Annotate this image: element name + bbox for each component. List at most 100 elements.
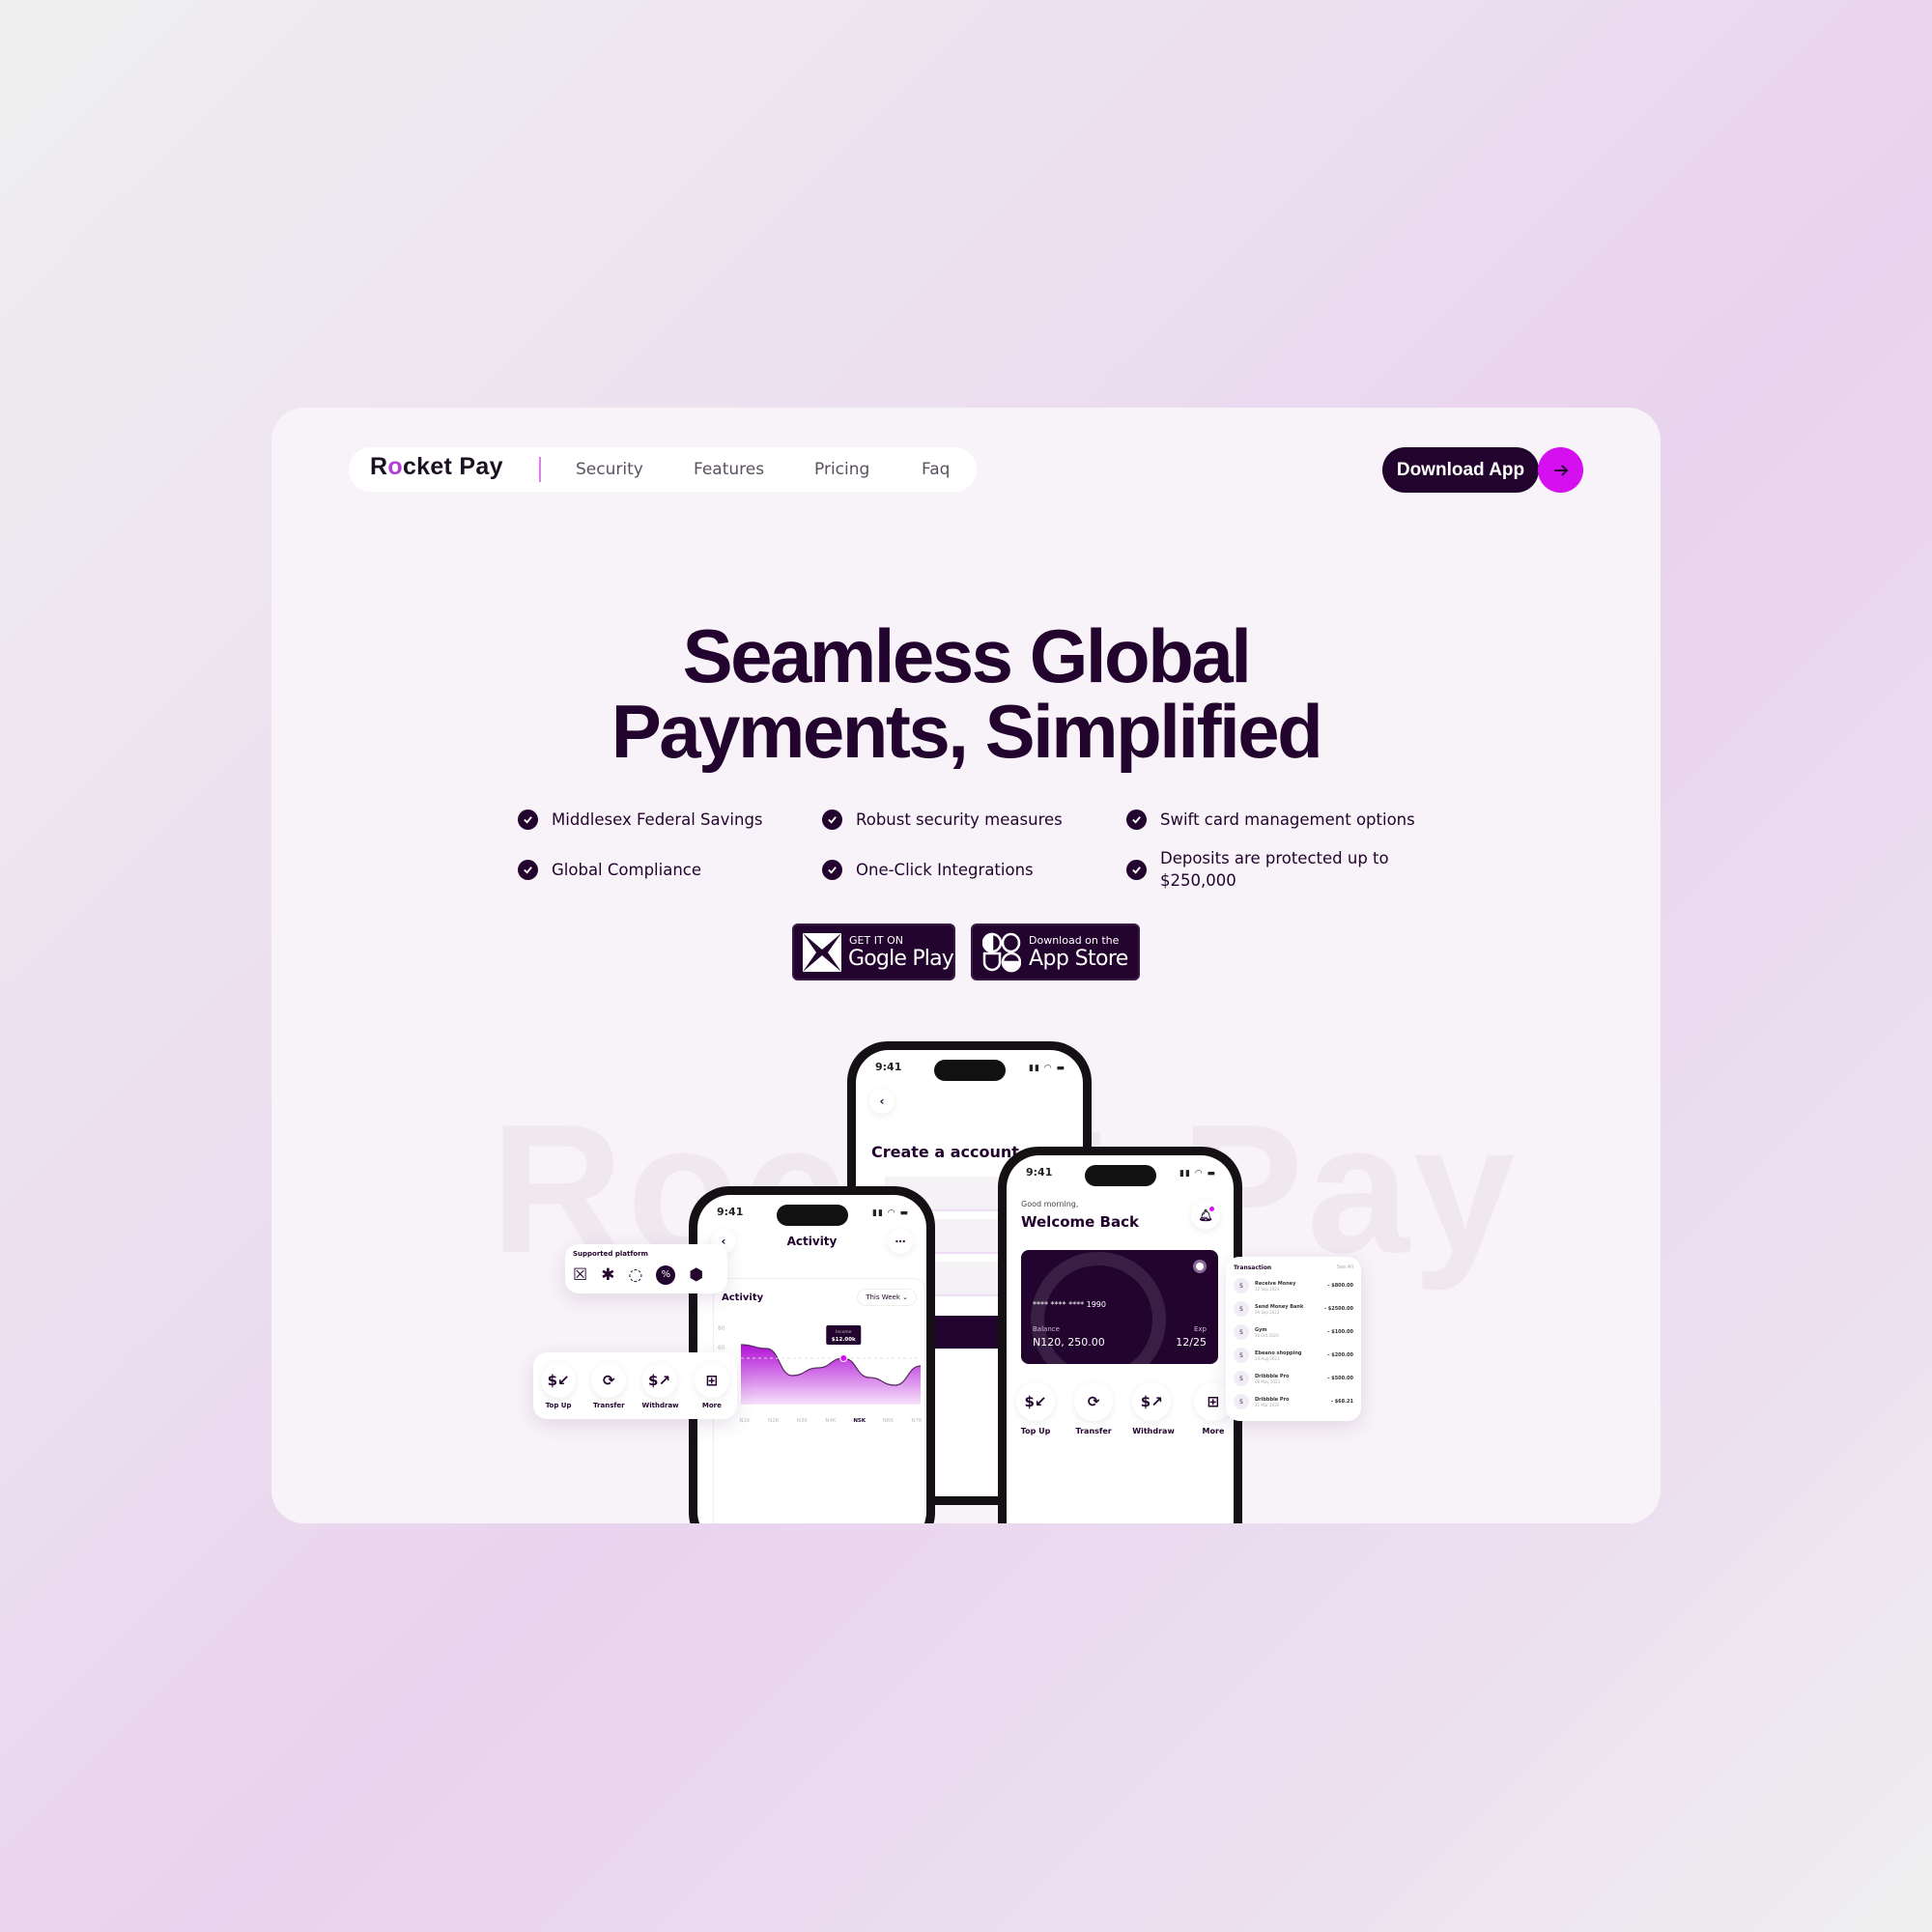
transaction-name: Dribbble Pro: [1255, 1396, 1290, 1403]
more-options-icon[interactable]: ⋯: [888, 1229, 913, 1254]
action-label: Withdraw: [1132, 1427, 1175, 1435]
action-top-up[interactable]: $↙ Top Up: [1016, 1382, 1055, 1435]
logo-rocket-o: o: [387, 453, 403, 480]
supported-platform-card: Supported platform ☒ ✱ ◌% ⬢: [565, 1244, 727, 1293]
x-tick-label: N4K: [825, 1418, 837, 1424]
transaction-row[interactable]: $ Dribbble Pro 31 Mar 2020 - $68.21: [1234, 1393, 1353, 1410]
feature-label: Deposits are protected up to $250,000: [1160, 849, 1389, 890]
transaction-icon: $: [1234, 1301, 1249, 1317]
transfer-icon: ⟳: [1074, 1382, 1114, 1421]
x-tick-label: N5K: [853, 1418, 866, 1424]
hero-card: Rocket Pay Security Features Pricing Faq…: [271, 408, 1661, 1523]
logo-text: R: [370, 453, 388, 480]
check-icon: [822, 860, 842, 880]
feature-label: Middlesex Federal Savings: [552, 810, 763, 829]
status-icons: ▮▮ ◠ ▬: [1179, 1169, 1216, 1179]
action-withdraw[interactable]: $↗ Withdraw: [1132, 1382, 1175, 1435]
highlight-point[interactable]: [839, 1354, 848, 1362]
transaction-icon: $: [1234, 1278, 1249, 1293]
period-dropdown[interactable]: This Week ⌄: [857, 1289, 917, 1306]
transaction-name: Dribbble Pro: [1255, 1373, 1290, 1379]
feature-item: Middlesex Federal Savings: [518, 809, 808, 831]
transaction-icon: $: [1234, 1371, 1249, 1386]
dynamic-island: [933, 1060, 1006, 1081]
divider: [539, 457, 541, 482]
exp-label: Exp: [1193, 1325, 1207, 1333]
nav-pricing[interactable]: Pricing: [814, 460, 869, 479]
logo[interactable]: Rocket Pay: [370, 453, 503, 481]
nav-faq[interactable]: Faq: [922, 460, 950, 479]
action-more[interactable]: ⊞ More: [694, 1362, 729, 1409]
action-transfer[interactable]: ⟳ Transfer: [591, 1362, 627, 1409]
transaction-name: Send Money Bank: [1255, 1303, 1304, 1310]
action-label: Withdraw: [641, 1401, 679, 1409]
x-tick-label: N1K: [739, 1418, 751, 1424]
hero-title-line1: Seamless Global: [682, 613, 1252, 698]
hero-title-line2: Payments, Simplified: [611, 689, 1323, 774]
transaction-row[interactable]: $ Ebeano shopping 24 Aug 2023 - $200.00: [1234, 1347, 1353, 1364]
chart-area: [741, 1345, 921, 1405]
transaction-row[interactable]: $ Send Money Bank 29 Sep 2023 - $2500.00: [1234, 1300, 1353, 1318]
check-icon: [1126, 810, 1147, 830]
quick-actions: $↙ Top Up ⟳ Transfer $↗ Withdraw ⊞ More: [1016, 1382, 1233, 1435]
feature-item: One-Click Integrations: [822, 859, 1112, 881]
google-play-button[interactable]: GET IT ON Gogle Play: [792, 923, 955, 980]
transaction-icon: $: [1234, 1324, 1249, 1340]
transaction-amount: - $68.21: [1330, 1399, 1353, 1405]
grid-plus-icon: ⊞: [694, 1362, 729, 1398]
y-tick-label: 60: [718, 1345, 725, 1351]
feature-item: Robust security measures: [822, 809, 1112, 831]
transaction-row[interactable]: $ Receive Money 12 Sep 2023 - $800.00: [1234, 1277, 1353, 1294]
transaction-row[interactable]: $ Dribbble Pro 08 May 2023 - $500.00: [1234, 1370, 1353, 1387]
card-logo-icon: [1193, 1260, 1207, 1273]
tooltip-value: $12.00k: [832, 1337, 856, 1343]
transaction-date: 08 May 2023: [1255, 1378, 1281, 1384]
platform-asterisk-icon: ✱: [601, 1265, 615, 1285]
transfer-icon: ⟳: [591, 1362, 627, 1398]
activity-chart-card: Activity This Week ⌄ 80 60 Income $12.00k N1…: [713, 1278, 925, 1523]
platform-swirl-icon: ◌: [628, 1265, 643, 1285]
feature-label: One-Click Integrations: [856, 861, 1034, 879]
transaction-amount: - $100.00: [1327, 1329, 1353, 1335]
transactions-title: Transaction: [1234, 1264, 1272, 1271]
check-icon: [1126, 860, 1147, 880]
see-all-link[interactable]: See All: [1337, 1264, 1353, 1271]
transaction-date: 12 Sep 2023: [1255, 1286, 1280, 1292]
phone-home: 9:41 ▮▮ ◠ ▬ Good morning, Welcome Back 🔔…: [998, 1147, 1242, 1523]
action-transfer[interactable]: ⟳ Transfer: [1074, 1382, 1114, 1435]
transaction-amount: - $2500.00: [1323, 1306, 1353, 1312]
card-number: **** **** **** 1990: [1033, 1300, 1106, 1309]
arrow-right-icon[interactable]: [1538, 447, 1583, 493]
feature-label: Global Compliance: [552, 861, 702, 879]
action-withdraw[interactable]: $↗ Withdraw: [641, 1362, 679, 1409]
check-icon: [822, 810, 842, 830]
bell-icon[interactable]: 🔔︎: [1191, 1201, 1220, 1230]
nav-features[interactable]: Features: [694, 460, 764, 479]
navbar: Rocket Pay Security Features Pricing Faq: [349, 447, 977, 492]
feature-label: Swift card management options: [1160, 810, 1415, 829]
signup-title: Create a account: [871, 1143, 1019, 1161]
transaction-date: 29 Sep 2023: [1255, 1309, 1280, 1315]
y-tick-label: 80: [718, 1325, 725, 1332]
transaction-amount: - $800.00: [1327, 1283, 1353, 1289]
x-tick-label: N6K: [883, 1418, 895, 1424]
action-top-up[interactable]: $↙ Top Up: [541, 1362, 577, 1409]
feature-item: Global Compliance: [518, 859, 808, 881]
app-store-button[interactable]: Download on the App Store: [971, 923, 1140, 980]
transaction-row[interactable]: $ Gym 26 Oct 2023- $100.00: [1234, 1323, 1353, 1341]
balance-label: Balance: [1033, 1325, 1060, 1333]
x-tick-label: N3K: [797, 1418, 809, 1424]
exp-value: 12/25: [1176, 1336, 1207, 1349]
back-button[interactable]: ‹: [869, 1089, 895, 1114]
chart-title: Activity: [722, 1293, 764, 1303]
welcome-title: Welcome Back: [1021, 1213, 1139, 1231]
action-label: More: [1202, 1427, 1225, 1435]
action-label: Transfer: [593, 1401, 625, 1409]
app-store-logo-icon: [982, 932, 1021, 973]
dynamic-island: [1084, 1165, 1156, 1186]
nav-security[interactable]: Security: [576, 460, 643, 479]
transaction-icon: $: [1234, 1394, 1249, 1409]
bank-card[interactable]: **** **** **** 1990 Balance N120, 250.00…: [1021, 1250, 1218, 1364]
top-up-icon: $↙: [541, 1362, 577, 1398]
download-app-button[interactable]: Download App: [1382, 447, 1539, 493]
